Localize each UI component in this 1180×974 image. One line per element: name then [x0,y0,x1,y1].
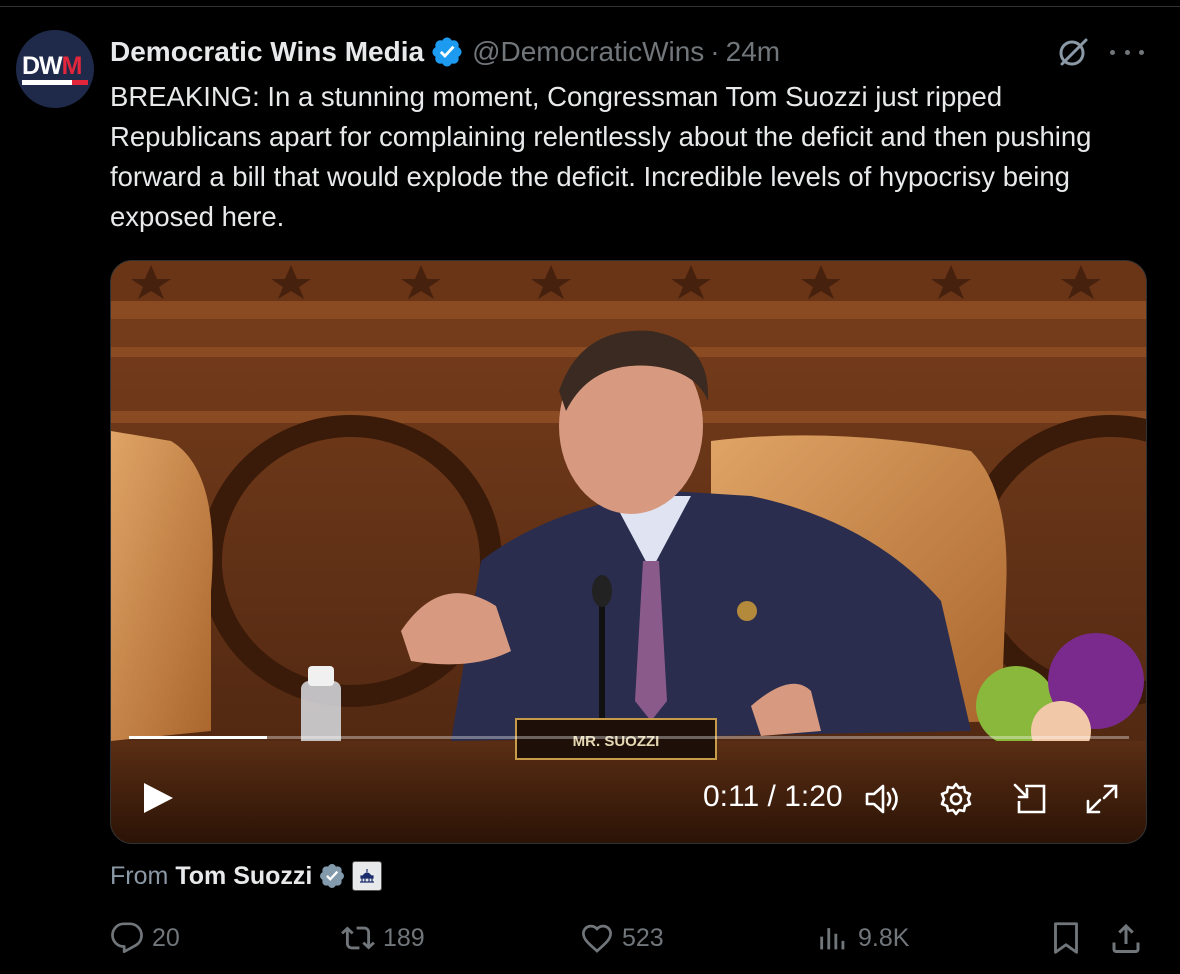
video-duration: 1:20 [784,780,843,813]
reply-button[interactable]: 20 [110,920,180,956]
author-handle[interactable]: @DemocraticWins [472,36,704,68]
avatar-logo: DWM [22,52,82,80]
fullscreen-icon[interactable] [1083,781,1121,817]
grok-icon[interactable] [1056,35,1090,69]
attribution-name[interactable]: Tom Suozzi [175,862,312,891]
settings-icon[interactable] [937,781,975,817]
repost-icon [341,926,375,950]
like-button[interactable]: 523 [580,920,664,956]
video-frame: MR. SUOZZI [111,261,1146,843]
video-time-separator: / [759,780,785,813]
video-progress-fill [129,736,267,739]
avatar[interactable]: DWM [16,30,94,108]
heart-icon [582,924,612,953]
video-timecode: 0:11 / 1:20 [703,780,843,814]
repost-count: 189 [383,923,425,952]
volume-icon[interactable] [863,781,901,817]
avatar-logo-bar-accent [72,80,88,85]
repost-button[interactable]: 189 [341,920,425,956]
verified-badge-icon[interactable] [318,862,346,890]
capitol-badge-icon[interactable] [352,861,383,891]
play-icon[interactable] [141,781,175,815]
tweet-text: BREAKING: In a stunning moment, Congress… [110,81,1092,232]
reply-icon [111,922,143,954]
more-icon[interactable] [1110,38,1144,66]
video-progress-bar[interactable] [129,736,1129,739]
video-attribution: From Tom Suozzi [110,857,383,895]
author-name[interactable]: Democratic Wins Media [110,36,424,68]
picture-in-picture-icon[interactable] [1011,781,1049,817]
tweet-header: Democratic Wins Media @DemocraticWins · … [110,33,780,71]
separator-dot: · [710,36,720,67]
video-player[interactable]: MR. SUOZZI 0:11 / 1:20 [110,260,1147,844]
share-icon[interactable] [1108,920,1144,956]
attribution-prefix: From [110,861,169,890]
video-current-time: 0:11 [703,780,760,813]
like-count: 523 [622,923,664,952]
reply-count: 20 [152,923,180,952]
views-icon [820,928,845,950]
top-divider [0,6,1180,7]
verified-badge-icon[interactable] [430,35,464,69]
views-button[interactable]: 9.8K [816,920,909,956]
action-bar: 20 189 523 9.8K [0,912,1180,962]
timestamp[interactable]: 24m [726,36,780,68]
bookmark-icon[interactable] [1048,920,1084,956]
views-count: 9.8K [858,923,910,952]
